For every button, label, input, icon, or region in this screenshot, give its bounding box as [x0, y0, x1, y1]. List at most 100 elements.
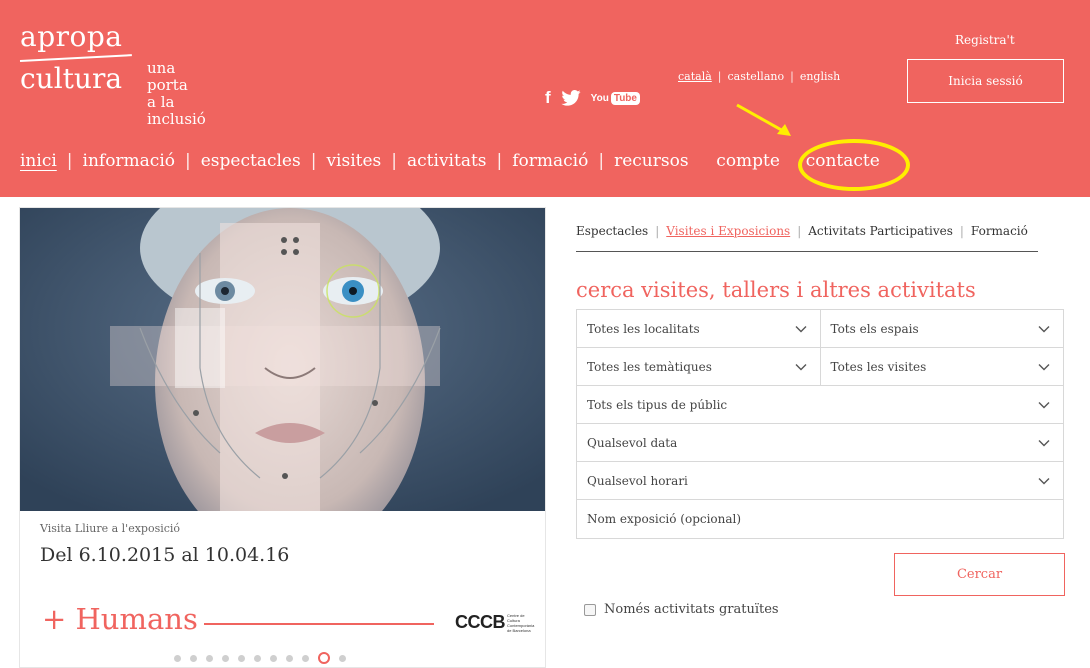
visites-select[interactable]: Totes les visites — [819, 348, 1064, 385]
carousel-dot[interactable] — [190, 654, 197, 662]
carousel-dot[interactable] — [302, 654, 309, 662]
select-value: Tots els tipus de públic — [587, 397, 728, 412]
nav-item-activitats[interactable]: activitats — [407, 151, 487, 171]
date-select[interactable]: Qualsevol data — [577, 424, 1063, 461]
facebook-icon[interactable]: f — [545, 88, 551, 108]
tab-separator: | — [959, 224, 964, 238]
public-select[interactable]: Tots els tipus de públic — [577, 386, 1063, 423]
chevron-down-icon — [1038, 477, 1050, 484]
tab-espectacles[interactable]: Espectacles — [576, 224, 648, 238]
tab-separator: | — [797, 224, 802, 238]
language-switcher: català | castellano | english — [678, 70, 840, 83]
free-activities-checkbox[interactable] — [584, 603, 596, 616]
carousel-dot[interactable] — [254, 654, 261, 662]
carousel-dot[interactable] — [270, 654, 277, 662]
nav-separator: | — [391, 151, 398, 171]
featured-exhibition[interactable]: Visita Lliure a l'exposició Del 6.10.201… — [19, 207, 546, 668]
cccb-logo: CCCB Centre de Cultura Contemporània de … — [455, 612, 537, 633]
social-links: f You Tube — [545, 88, 640, 108]
exhibition-dates: Del 6.10.2015 al 10.04.16 — [40, 544, 290, 566]
main-nav: inici | informació | espectacles | visit… — [20, 151, 880, 171]
site-header: apropa cultura una porta a la inclusió f… — [0, 0, 1090, 197]
carousel-dot[interactable] — [286, 654, 293, 662]
logo-word-apropa: apropa — [20, 20, 123, 53]
chevron-down-icon — [1038, 401, 1050, 408]
search-title: cerca visites, tallers i altres activita… — [576, 278, 976, 302]
nav-item-informacio[interactable]: informació — [83, 151, 176, 171]
register-link[interactable]: Registra't — [955, 33, 1015, 47]
carousel-dot[interactable] — [238, 654, 245, 662]
free-activities-toggle[interactable]: Només activitats gratuïtes — [584, 602, 779, 617]
exhibition-caption: Visita Lliure a l'exposició — [40, 522, 181, 535]
filter-row: Totes les localitats Tots els espais — [577, 310, 1063, 348]
nav-item-formacio[interactable]: formació — [512, 151, 588, 171]
nav-item-compte[interactable]: compte — [716, 151, 780, 171]
youtube-box: Tube — [610, 91, 640, 105]
youtube-prefix: You — [590, 92, 609, 104]
logo-word-cultura: cultura — [20, 62, 123, 95]
chevron-down-icon — [795, 363, 806, 370]
lang-catala[interactable]: català — [678, 70, 712, 83]
youtube-icon[interactable]: You Tube — [590, 91, 640, 105]
highlight-annotation-ring — [798, 139, 910, 191]
carousel-dot-active[interactable] — [318, 652, 330, 664]
select-value: Tots els espais — [830, 321, 919, 336]
select-value: Qualsevol data — [587, 435, 678, 450]
localitats-select[interactable]: Totes les localitats — [577, 310, 820, 347]
apropa-cultura-logo[interactable]: apropa cultura una porta a la inclusió — [19, 20, 206, 128]
annotation-arrow-icon — [736, 103, 791, 136]
title-divider — [204, 623, 434, 625]
nav-separator: | — [598, 151, 605, 171]
nav-separator: | — [66, 151, 73, 171]
carousel-dot[interactable] — [206, 654, 213, 662]
cccb-subtitle: Centre de Cultura Contemporània de Barce… — [507, 612, 535, 633]
exhibition-name-input[interactable]: Nom exposició (opcional) — [577, 500, 1063, 538]
nav-separator: | — [496, 151, 503, 171]
humanoid-face-illustration — [20, 208, 545, 511]
exhibition-image[interactable] — [20, 208, 545, 511]
carousel-dot[interactable] — [339, 654, 346, 662]
logo-rule — [19, 54, 132, 62]
filter-row: Totes les temàtiques Totes les visites — [577, 348, 1063, 386]
nav-item-inici[interactable]: inici — [20, 151, 57, 171]
nav-separator: | — [310, 151, 317, 171]
filter-row: Qualsevol data — [577, 424, 1063, 462]
select-value: Totes les temàtiques — [587, 359, 712, 374]
nav-separator: | — [185, 151, 191, 171]
free-activities-label: Només activitats gratuïtes — [604, 602, 779, 617]
login-button[interactable]: Inicia sessió — [907, 59, 1064, 103]
select-value: Totes les visites — [830, 359, 927, 374]
tagline-line-1: una porta — [147, 59, 188, 94]
chevron-down-icon — [1038, 325, 1050, 332]
tab-activitats-participatives[interactable]: Activitats Participatives — [808, 224, 953, 238]
search-button[interactable]: Cercar — [894, 553, 1065, 596]
nav-item-recursos[interactable]: recursos — [614, 151, 688, 171]
lang-castellano[interactable]: castellano — [728, 70, 785, 83]
lang-separator: | — [790, 70, 794, 83]
carousel-dot[interactable] — [222, 654, 229, 662]
search-filters: Totes les localitats Tots els espais Tot… — [576, 309, 1064, 539]
cccb-wordmark: CCCB — [455, 612, 506, 632]
logo-tagline: una porta a la inclusió — [147, 60, 206, 128]
carousel-dots — [174, 652, 346, 664]
filter-row: Tots els tipus de públic — [577, 386, 1063, 424]
select-value: Totes les localitats — [587, 321, 700, 336]
tagline-line-2: a la inclusió — [147, 93, 206, 128]
schedule-select[interactable]: Qualsevol horari — [577, 462, 1063, 499]
twitter-icon[interactable] — [561, 90, 581, 106]
nav-item-espectacles[interactable]: espectacles — [201, 151, 301, 171]
search-category-tabs: Espectacles | Visites i Exposicions | Ac… — [576, 224, 1028, 238]
select-value: Qualsevol horari — [587, 473, 688, 488]
exhibition-title[interactable]: + Humans — [42, 602, 198, 636]
chevron-down-icon — [1038, 439, 1050, 446]
nav-item-visites[interactable]: visites — [326, 151, 381, 171]
carousel-dot[interactable] — [174, 654, 181, 662]
lang-separator: | — [717, 70, 722, 83]
espais-select[interactable]: Tots els espais — [819, 310, 1064, 347]
filter-row: Qualsevol horari — [577, 462, 1063, 500]
chevron-down-icon — [1038, 363, 1050, 370]
lang-english[interactable]: english — [800, 70, 840, 83]
tab-formacio[interactable]: Formació — [971, 224, 1028, 238]
tematiques-select[interactable]: Totes les temàtiques — [577, 348, 820, 385]
tab-visites-exposicions[interactable]: Visites i Exposicions — [666, 224, 790, 238]
